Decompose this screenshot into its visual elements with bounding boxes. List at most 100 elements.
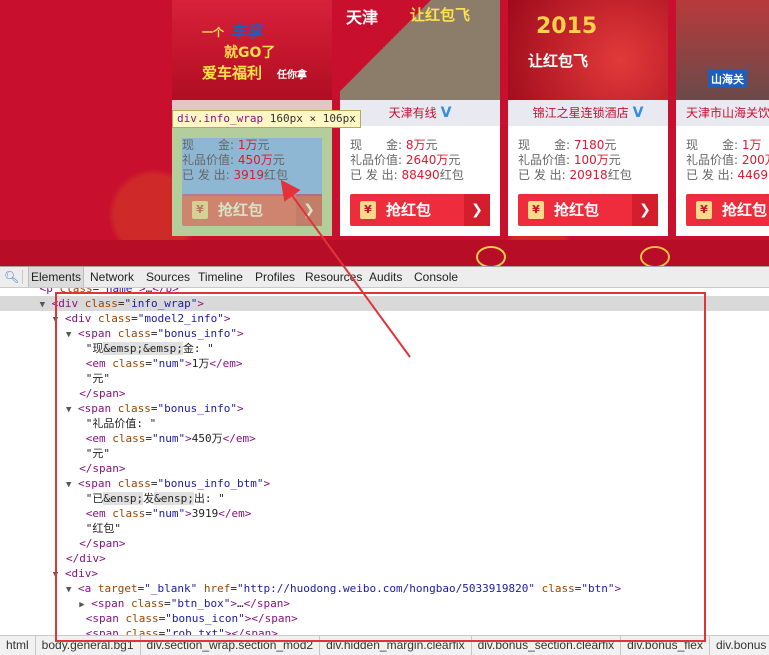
info-wrap: 现 金: 7180元 礼品价值: 100万元 已 发 出: 20918红包 — [518, 138, 668, 183]
dom-node-line[interactable]: </span> — [0, 536, 769, 551]
expand-triangle-icon[interactable]: ▼ — [53, 570, 58, 580]
num: 20918 — [569, 168, 608, 182]
webpage-viewport: 一个 车享 就GO了 爱车福利 任你拿 现 金: 1万元 礼品价值: 450万元… — [0, 0, 769, 268]
dom-node-line[interactable]: <em class="num">3919</em> — [0, 506, 769, 521]
banner-text: 一个 — [202, 26, 224, 39]
num: 100万 — [573, 153, 609, 167]
num: 450万 — [237, 153, 273, 167]
expand-triangle-icon[interactable]: ▼ — [66, 405, 71, 415]
dom-node-line[interactable]: ▼ <span class="bonus_info"> — [0, 401, 769, 416]
card-banner[interactable]: 一个 车享 就GO了 爱车福利 任你拿 — [172, 0, 332, 100]
tab-console[interactable]: Console — [412, 267, 460, 287]
card-banner[interactable]: 天津 让红包飞 — [340, 0, 500, 100]
bonus-info: 礼品价值: 450万元 — [182, 153, 285, 167]
expand-triangle-icon[interactable]: ▼ — [66, 480, 71, 490]
grab-bonus-button[interactable]: ¥ 抢红包 ❯ — [518, 194, 658, 226]
chevron-right-icon: ❯ — [296, 194, 322, 226]
bonus-info-btm: 已 发 出: 4469 — [686, 168, 769, 182]
tab-audits[interactable]: Audits — [367, 267, 404, 287]
banner-text: 让红包飞 — [528, 52, 589, 70]
dom-node-line[interactable]: ▼ <a target="_blank" href="http://huodon… — [0, 581, 769, 596]
bonus-info: 现 金: 7180元 — [518, 138, 617, 152]
knot-ornament-icon — [640, 246, 670, 268]
bonus-card[interactable]: 山海关 天津市山海关饮 现 金: 1万 礼品价值: 200万 已 发 出: 44… — [676, 0, 769, 236]
verified-v-icon: V — [440, 105, 452, 121]
bonus-info: 现 金: 8万元 — [350, 138, 438, 152]
breadcrumb-item[interactable]: html — [0, 636, 36, 655]
elements-tree[interactable]: <p class="name">…</p> ▼ <div class="info_… — [0, 288, 769, 636]
merchant-name[interactable]: 锦江之星连锁酒店 V — [508, 100, 668, 126]
dom-node-line[interactable]: "现&emsp;&emsp;金: " — [0, 341, 769, 356]
dom-node-line[interactable]: "礼品价值: " — [0, 416, 769, 431]
bonus-info: 礼品价值: 100万元 — [518, 153, 621, 167]
bonus-card[interactable]: 天津 让红包飞 天津有线 V 现 金: 8万元 礼品价值: 2640万元 已 发 … — [340, 0, 500, 236]
breadcrumb-item[interactable]: div.bonus — [710, 636, 769, 655]
tab-profiles[interactable]: Profiles — [253, 267, 297, 287]
bonus-info: 现 金: 1万 — [686, 138, 762, 152]
breadcrumb: html body.general.bg1 div.section_wrap.sec… — [0, 635, 769, 655]
num: 4469 — [737, 168, 769, 182]
verified-v-icon: V — [632, 105, 644, 121]
breadcrumb-item[interactable]: div.section_wrap.section_mod2 — [141, 636, 321, 655]
expand-triangle-icon[interactable]: ▼ — [66, 330, 71, 340]
grab-bonus-button[interactable]: ¥ 抢红包 ❯ — [350, 194, 490, 226]
red-envelope-icon: ¥ — [528, 201, 544, 219]
dom-node-line[interactable]: <em class="num">1万</em> — [0, 356, 769, 371]
dom-node-line[interactable]: ▼ <div class="info_wrap"> — [0, 296, 769, 311]
tab-resources[interactable]: Resources — [303, 267, 364, 287]
expand-triangle-icon[interactable]: ▼ — [40, 300, 45, 310]
info-wrap: 现 金: 8万元 礼品价值: 2640万元 已 发 出: 88490红包 — [350, 138, 500, 183]
dom-node-line[interactable]: </div> — [0, 551, 769, 566]
dom-node-line[interactable]: <span class="bonus_icon"></span> — [0, 611, 769, 626]
banner-text: 车享 — [230, 22, 263, 41]
expand-triangle-icon[interactable]: ▼ — [53, 315, 58, 325]
dom-node-line[interactable]: ▼ <span class="bonus_info_btm"> — [0, 476, 769, 491]
num: 88490 — [401, 168, 440, 182]
dom-node-line[interactable]: <p class="name">…</p> — [0, 288, 769, 296]
expand-triangle-icon[interactable]: ▶ — [79, 600, 84, 610]
dom-node-line[interactable]: </span> — [0, 386, 769, 401]
dom-node-line[interactable]: ▶ <span class="btn_box">…</span> — [0, 596, 769, 611]
num: 1万 — [237, 138, 258, 152]
devtools-toolbar: 🔍︎ Elements Network Sources Timeline Pro… — [0, 267, 769, 288]
breadcrumb-item[interactable]: div.hidden_margin.clearfix — [320, 636, 472, 655]
bonus-info-btm: 已 发 出: 20918红包 — [518, 168, 632, 182]
dom-node-line[interactable]: "元" — [0, 446, 769, 461]
breadcrumb-item[interactable]: body.general.bg1 — [36, 636, 141, 655]
bonus-card[interactable]: 2015 让红包飞 锦江之星连锁酒店 V 现 金: 7180元 礼品价值: 100… — [508, 0, 668, 236]
merchant-name[interactable]: 天津市山海关饮 — [676, 100, 769, 126]
dom-node-line[interactable]: <em class="num">450万</em> — [0, 431, 769, 446]
tab-sources[interactable]: Sources — [144, 267, 192, 287]
grab-bonus-button[interactable]: ¥ 抢红包 ❯ — [182, 194, 322, 226]
num: 8万 — [405, 138, 426, 152]
card-banner[interactable]: 山海关 — [676, 0, 769, 100]
card-banner[interactable]: 2015 让红包飞 — [508, 0, 668, 100]
banner-text: 就GO了 — [224, 45, 276, 61]
dom-node-line[interactable]: "红包" — [0, 521, 769, 536]
dom-node-line[interactable]: ▼ <div class="model2_info"> — [0, 311, 769, 326]
dom-node-line[interactable]: "元" — [0, 371, 769, 386]
bonus-info: 礼品价值: 2640万元 — [350, 153, 461, 167]
expand-triangle-icon[interactable]: ▼ — [66, 585, 71, 595]
info-wrap: 现 金: 1万元 礼品价值: 450万元 已 发 出: 3919红包 — [182, 138, 332, 183]
search-icon[interactable]: 🔍︎ — [4, 270, 19, 284]
inspector-tooltip: div.info_wrap 160px × 106px — [172, 110, 361, 128]
breadcrumb-item[interactable]: div.bonus_section.clearfix — [472, 636, 622, 655]
tab-network[interactable]: Network — [88, 267, 136, 287]
dom-node-line[interactable]: ▼ <div> — [0, 566, 769, 581]
num: 200万 — [741, 153, 769, 167]
dom-node-line[interactable]: "已&ensp;发&ensp;出: " — [0, 491, 769, 506]
merchant-name[interactable]: 天津有线 V — [340, 100, 500, 126]
red-envelope-icon: ¥ — [192, 201, 208, 219]
tab-elements[interactable]: Elements — [28, 267, 85, 287]
lantern-ornament-icon — [476, 246, 506, 268]
dom-node-line[interactable]: </span> — [0, 461, 769, 476]
bonus-info: 现 金: 1万元 — [182, 138, 270, 152]
tab-timeline[interactable]: Timeline — [196, 267, 245, 287]
breadcrumb-item[interactable]: div.bonus_flex — [621, 636, 710, 655]
red-envelope-icon: ¥ — [696, 201, 712, 219]
dom-node-line[interactable]: ▼ <span class="bonus_info"> — [0, 326, 769, 341]
banner-text: 天津 — [346, 8, 379, 27]
num: 2640万 — [405, 153, 449, 167]
grab-bonus-button[interactable]: ¥ 抢红包 — [686, 194, 769, 226]
